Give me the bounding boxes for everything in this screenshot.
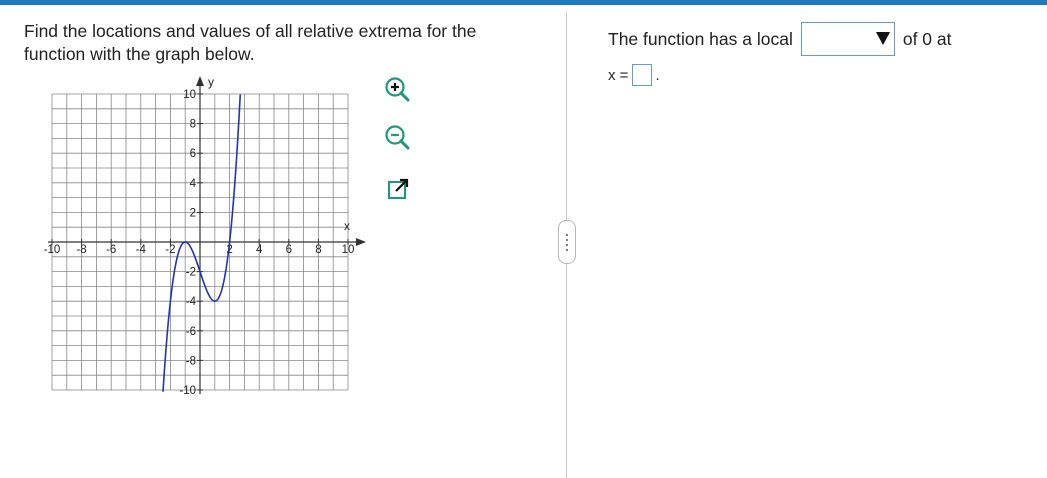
x-tick-label: 8 (315, 244, 321, 256)
y-axis-label: y (208, 75, 214, 89)
x-axis-label: x (344, 219, 350, 233)
x-equals-label: x = (608, 66, 629, 84)
x-tick-label: 4 (256, 244, 263, 256)
y-tick-label: -4 (186, 296, 197, 308)
zoom-in-icon[interactable] (384, 76, 410, 102)
x-tick-label: -4 (136, 244, 147, 256)
x-tick-label: -6 (106, 244, 116, 256)
answer-suffix-text: of 0 at (902, 28, 952, 49)
zoom-out-icon[interactable] (384, 124, 410, 150)
answer-prefix-text: The function has a local (608, 28, 793, 49)
answer-row-1: The function has a local of 0 at (608, 20, 952, 58)
panel-resize-handle[interactable] (558, 220, 576, 264)
y-tick-label: 4 (190, 178, 197, 190)
period-text: . (655, 66, 660, 84)
y-tick-label: 2 (190, 207, 196, 219)
x-tick-label: 6 (286, 244, 292, 256)
x-tick-label: -10 (44, 244, 61, 256)
y-tick-label: -10 (179, 385, 196, 397)
extremum-type-dropdown[interactable] (800, 22, 895, 56)
y-tick-label: -6 (186, 326, 196, 338)
external-link-icon[interactable] (385, 176, 411, 202)
y-tick-label: 8 (190, 119, 196, 131)
x-tick-label: -2 (165, 244, 175, 256)
top-accent-bar (0, 0, 1047, 5)
function-graph: x y -10 -8 -6 -4 -2 2 4 6 8 10 10 8 6 4 2 -2 -4 -6 -8 -10 (30, 72, 370, 402)
x-value-input[interactable] (632, 64, 653, 86)
x-tick-label: 10 (342, 244, 355, 256)
y-tick-label: -8 (186, 355, 196, 367)
y-axis-arrow (196, 76, 204, 86)
x-axis-arrow (356, 238, 366, 246)
answer-row-2: x = . (608, 62, 660, 88)
question-text: Find the locations and values of all rel… (24, 21, 477, 64)
dropdown-arrow-icon[interactable] (875, 32, 890, 45)
y-tick-label: -2 (186, 267, 196, 279)
x-tick-label: -8 (76, 244, 86, 256)
y-tick-label: 10 (183, 89, 196, 101)
y-tick-label: 6 (190, 148, 196, 160)
